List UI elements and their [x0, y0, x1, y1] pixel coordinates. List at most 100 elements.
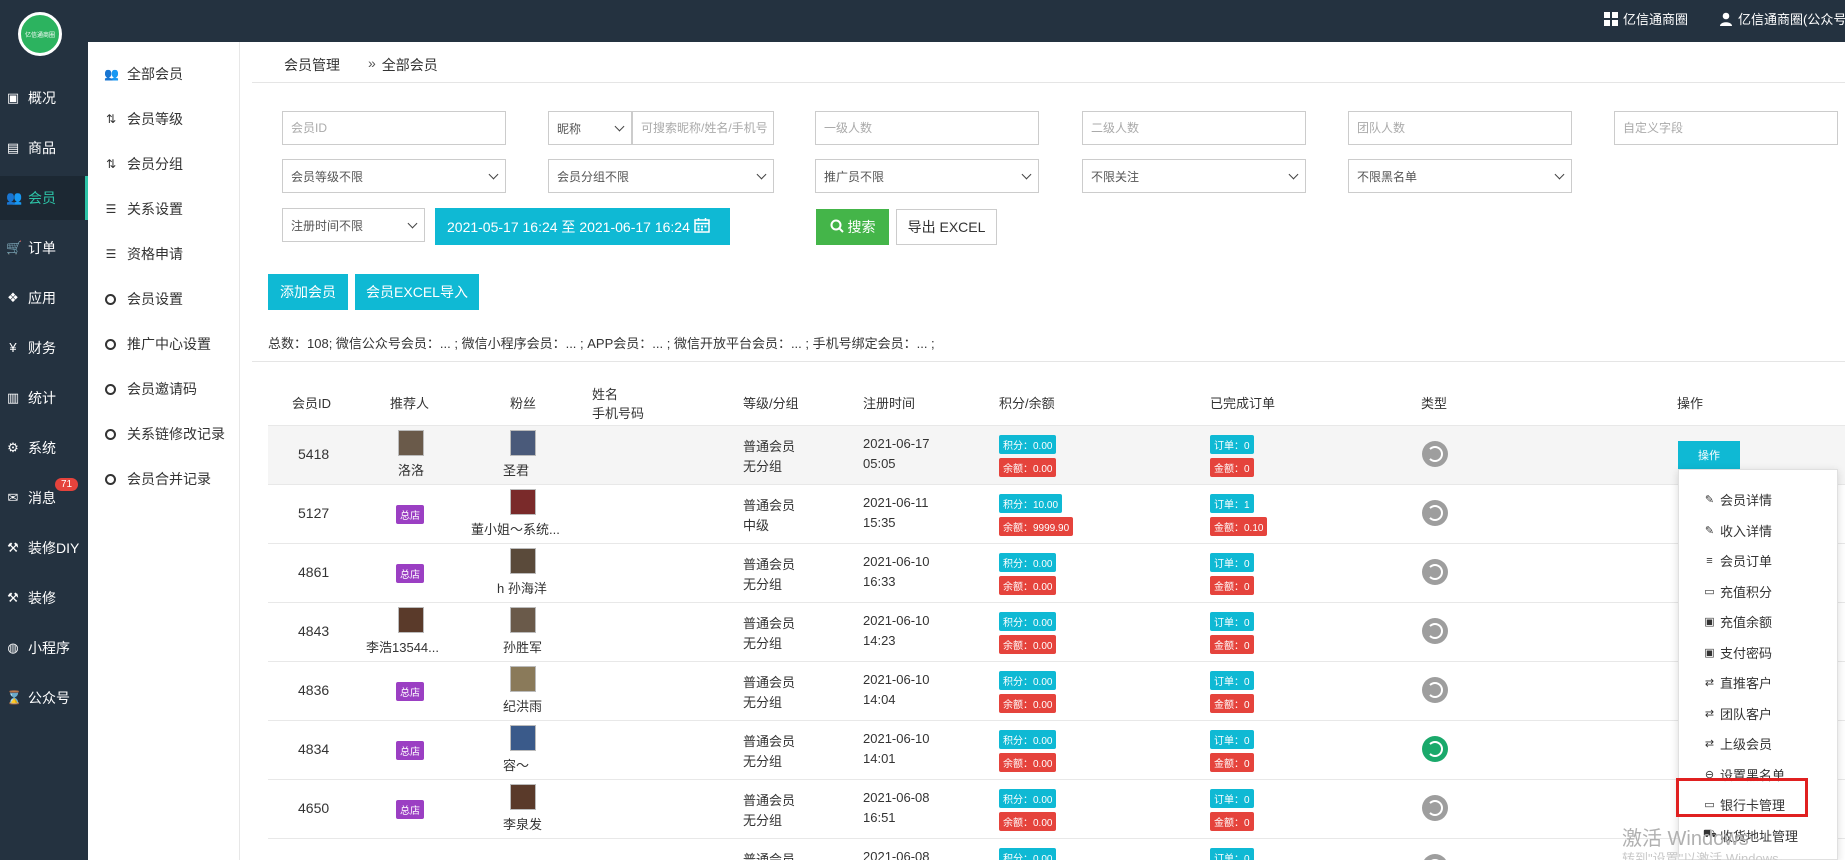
sidebar-item-1[interactable]: ▤ 商品: [0, 126, 88, 170]
activation-watermark: 激活 Windows: [1622, 828, 1749, 850]
subnav-item-1[interactable]: ⇅ 会员等级: [104, 109, 183, 129]
referrer-name: 洛洛: [398, 463, 425, 478]
reg-time: 14:04: [863, 692, 896, 707]
reg-time: 14:01: [863, 751, 896, 766]
op-menu-item-0[interactable]: ✎ 会员详情: [1703, 490, 1772, 509]
chevron-down-icon: [488, 169, 499, 179]
date-range-picker[interactable]: 2021-05-17 16:24 至 2021-06-17 16:24: [435, 208, 730, 245]
subnav-item-5[interactable]: 会员设置: [104, 289, 183, 309]
sidebar-item-9[interactable]: ⚒ 装修DIY: [0, 526, 88, 570]
follow-select[interactable]: 不限关注: [1082, 159, 1306, 193]
subnav-item-label: 会员合并记录: [127, 471, 211, 487]
sidebar-item-5[interactable]: ¥ 财务: [0, 326, 88, 370]
follow-select-value: 不限关注: [1091, 169, 1140, 184]
operations-button[interactable]: 操作: [1678, 441, 1740, 469]
keyword-field[interactable]: [632, 111, 774, 145]
fan-name: 纪洪雨: [503, 699, 543, 714]
comment-icon: ✉: [7, 490, 19, 505]
op-menu-item-label: 充值余额: [1720, 615, 1773, 630]
hourglass-icon: ⌛: [6, 690, 23, 705]
amount-pill: 金额：0: [1210, 635, 1254, 654]
group-select[interactable]: 会员分组不限: [548, 159, 774, 193]
level1-count-input[interactable]: [824, 121, 1038, 135]
member-id: 4834: [298, 741, 330, 757]
level-select-value: 会员等级不限: [291, 169, 364, 184]
import-excel-button[interactable]: 会员EXCEL导入: [355, 274, 479, 310]
fan-avatar: [510, 489, 536, 515]
subnav-item-3[interactable]: ☰ 关系设置: [104, 199, 183, 219]
sidebar-item-12[interactable]: ⌛ 公众号: [0, 676, 88, 720]
th-regtime: 注册时间: [863, 396, 916, 411]
custom-field-input[interactable]: [1623, 121, 1837, 135]
subnav-item-2[interactable]: ⇅ 会员分组: [104, 154, 183, 174]
balance-pill: 余额：0.00: [999, 635, 1057, 654]
sidebar-item-4[interactable]: ❖ 应用: [0, 276, 88, 320]
main-sidebar: ▣ 概况 ▤ 商品 👥 会员 🛒 订单 ❖ 应用 ¥ 财务 ▥ 统计 ⚙ 系统 ✉ 消息 71 ⚒ 装修DIY ⚒ 装修 ◍ 小…: [0, 42, 88, 860]
fan-avatar: [510, 607, 536, 633]
divider: [252, 82, 1845, 83]
op-menu-item-1[interactable]: ✎ 收入详情: [1703, 521, 1772, 540]
subnav-item-8[interactable]: 关系链修改记录: [104, 424, 225, 444]
sidebar-item-0[interactable]: ▣ 概况: [0, 76, 88, 120]
op-menu-item-7[interactable]: ⇄ 团队客户: [1703, 704, 1772, 723]
fan-avatar: [510, 725, 536, 751]
promoter-select[interactable]: 推广员不限: [815, 159, 1039, 193]
team-count-field[interactable]: [1348, 111, 1572, 145]
sidebar-item-10[interactable]: ⚒ 装修: [0, 576, 88, 620]
referrer-avatar: [398, 607, 424, 633]
th-points: 积分/余额: [999, 396, 1055, 411]
level2-count-input[interactable]: [1091, 121, 1305, 135]
keyword-input[interactable]: [641, 121, 773, 135]
member-subsidebar: 👥 全部会员 ⇅ 会员等级 ⇅ 会员分组 ☰ 关系设置 ☰ 资格申请会员设置推广中心设置 会员邀请码…: [88, 42, 240, 860]
member-group: 无分组: [743, 577, 783, 592]
sidebar-item-3[interactable]: 🛒 订单: [0, 226, 88, 270]
shop-label: 亿信通商圈: [1623, 12, 1689, 27]
custom-field[interactable]: [1614, 111, 1838, 145]
subnav-item-label: 资格申请: [127, 246, 183, 262]
breadcrumb-root[interactable]: 会员管理: [284, 55, 340, 75]
member-id-input[interactable]: [291, 121, 505, 135]
subnav-item-9[interactable]: 会员合并记录: [104, 469, 211, 489]
sidebar-item-2[interactable]: 👥 会员: [0, 176, 88, 220]
referrer-avatar: [398, 430, 424, 456]
subnav-item-6[interactable]: 推广中心设置: [104, 334, 211, 354]
export-excel-button[interactable]: 导出 EXCEL: [896, 209, 997, 245]
sidebar-item-label: 装修DIY: [28, 540, 80, 556]
level1-count-field[interactable]: [815, 111, 1039, 145]
subnav-item-7[interactable]: 会员邀请码: [104, 379, 197, 399]
level-select[interactable]: 会员等级不限: [282, 159, 506, 193]
add-member-button[interactable]: 添加会员: [268, 274, 348, 310]
shop-switch-link[interactable]: 亿信通商圈: [1604, 9, 1688, 28]
op-menu-item-label: 上级会员: [1720, 737, 1773, 752]
level2-count-field[interactable]: [1082, 111, 1306, 145]
sidebar-item-label: 消息: [28, 490, 56, 506]
regtime-select[interactable]: 注册时间不限: [282, 208, 425, 242]
sidebar-item-7[interactable]: ⚙ 系统: [0, 426, 88, 470]
th-type: 类型: [1421, 396, 1448, 411]
user-menu[interactable]: 亿信通商圈(公众号管: [1719, 9, 1845, 28]
nickname-select[interactable]: 昵称: [548, 111, 632, 145]
subnav-item-4[interactable]: ☰ 资格申请: [104, 244, 183, 264]
sidebar-item-6[interactable]: ▥ 统计: [0, 376, 88, 420]
reg-time: 15:35: [863, 515, 896, 530]
orders-pill: 订单：0: [1210, 435, 1254, 454]
sidebar-item-8[interactable]: ✉ 消息 71: [0, 476, 88, 520]
points-pill: 积分：0.00: [999, 730, 1057, 749]
subnav-item-label: 关系链修改记录: [127, 426, 225, 442]
op-menu-item-3[interactable]: ▭ 充值积分: [1703, 582, 1772, 601]
sidebar-item-11[interactable]: ◍ 小程序: [0, 626, 88, 670]
member-type-icon: [1422, 677, 1448, 703]
op-menu-item-6[interactable]: ⇄ 直推客户: [1703, 673, 1772, 692]
blacklist-select[interactable]: 不限黑名单: [1348, 159, 1572, 193]
op-menu-item-8[interactable]: ⇄ 上级会员: [1703, 734, 1772, 753]
member-id: 4650: [298, 800, 330, 816]
team-count-input[interactable]: [1357, 121, 1571, 135]
member-type-icon: [1422, 618, 1448, 644]
subnav-item-0[interactable]: 👥 全部会员: [104, 64, 183, 84]
op-menu-item-5[interactable]: ▣ 支付密码: [1703, 643, 1772, 662]
app-logo[interactable]: 亿信通商圈: [18, 12, 62, 56]
op-menu-item-2[interactable]: ≡ 会员订单: [1703, 551, 1772, 570]
search-button[interactable]: 搜索: [816, 209, 889, 245]
member-id-field[interactable]: [282, 111, 506, 145]
op-menu-item-4[interactable]: ▣ 充值余额: [1703, 612, 1772, 631]
